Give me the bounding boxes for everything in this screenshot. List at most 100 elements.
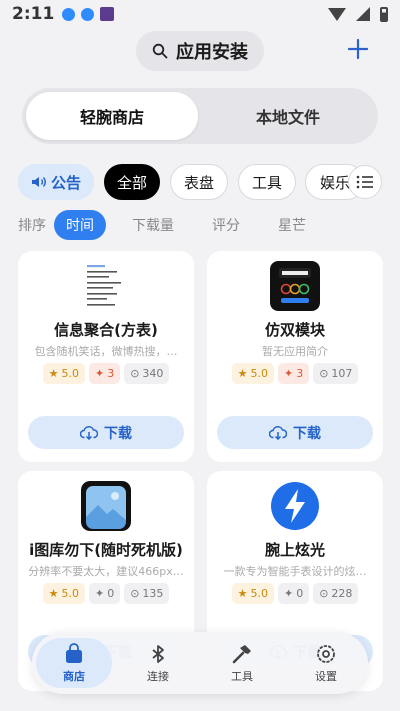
- app-card[interactable]: 信息聚合(方表) 包含随机笑话，微博热搜，… ★ 5.0 ✦ 3 ⊙ 340 下载: [18, 251, 194, 462]
- sort-downloads[interactable]: 下载量: [120, 210, 186, 240]
- search-label: 应用安装: [176, 42, 248, 63]
- download-circle-icon: ⊙: [319, 587, 329, 600]
- download-count-badge: ⊙ 228: [313, 583, 359, 604]
- tab-local-files[interactable]: 本地文件: [202, 92, 374, 140]
- hot-badge: ✦ 3: [88, 363, 121, 384]
- rating-value: 5.0: [250, 367, 268, 380]
- sort-rating[interactable]: 评分: [200, 210, 252, 240]
- cloud-download-icon: [269, 425, 287, 440]
- speaker-icon: [31, 177, 46, 187]
- app-description: 分辨率不要太大，建议466px…: [28, 565, 184, 578]
- category-chip-tools[interactable]: 工具: [238, 164, 296, 200]
- signal-icon: [356, 7, 370, 21]
- app-name: 仿双模块: [264, 321, 325, 339]
- nav-settings-label: 设置: [315, 669, 337, 683]
- app-notification-icon: [100, 7, 115, 21]
- star-icon: ★: [48, 367, 59, 380]
- sparkle-icon: ✦: [283, 367, 294, 380]
- category-chip-all[interactable]: 全部: [104, 164, 160, 200]
- add-button[interactable]: [344, 38, 372, 66]
- download-count-badge: ⊙ 107: [313, 363, 359, 384]
- sort-time[interactable]: 时间: [54, 210, 106, 240]
- sparkle-icon: ✦: [283, 587, 294, 600]
- app-name: 腕上炫光: [264, 541, 325, 559]
- gallery-icon: [81, 481, 131, 531]
- nav-connect[interactable]: 连接: [120, 638, 196, 688]
- rating-value: 5.0: [61, 367, 79, 380]
- nav-tools[interactable]: 工具: [204, 638, 280, 688]
- search-button[interactable]: 应用安装: [136, 31, 264, 71]
- app-description: 一款专为智能手表设计的炫…: [223, 565, 367, 578]
- hammer-icon: [232, 644, 251, 663]
- download-label: 下载: [293, 425, 321, 442]
- app-thumbnail: [81, 481, 131, 531]
- hot-badge: ✦ 0: [277, 583, 310, 604]
- download-count-badge: ⊙ 135: [124, 583, 170, 604]
- app-thumbnail: [270, 261, 320, 311]
- star-icon: ★: [48, 587, 59, 600]
- hot-badge: ✦ 3: [277, 363, 310, 384]
- qq-notification-icon: [62, 7, 76, 21]
- nav-store[interactable]: 商店: [36, 638, 112, 688]
- hot-value: 0: [107, 587, 115, 600]
- search-icon: [152, 43, 168, 59]
- rating-badge: ★ 5.0: [42, 363, 85, 384]
- nav-tools-label: 工具: [231, 669, 253, 683]
- sort-star[interactable]: 星芒: [266, 210, 318, 240]
- bluetooth-icon: [152, 644, 164, 663]
- cloud-download-icon: [80, 425, 98, 440]
- category-menu-button[interactable]: [348, 165, 382, 199]
- download-count: 228: [331, 587, 353, 600]
- sparkle-icon: ✦: [94, 367, 105, 380]
- plus-icon: [347, 38, 369, 60]
- gear-icon: [317, 644, 335, 663]
- download-label: 下载: [104, 425, 132, 442]
- notice-label: 公告: [50, 173, 81, 192]
- star-icon: ★: [237, 367, 248, 380]
- sort-bar: 排序 时间 下载量 评分 星芒: [18, 208, 332, 242]
- hot-value: 3: [296, 367, 304, 380]
- app-thumbnail: [270, 481, 320, 531]
- rating-value: 5.0: [61, 587, 79, 600]
- wifi-icon: [328, 7, 346, 21]
- source-tabs: 轻腕商店 本地文件: [22, 88, 378, 144]
- app-stats: ★ 5.0 ✦ 0 ⊙ 228: [207, 583, 383, 604]
- rating-value: 5.0: [250, 587, 268, 600]
- sparkle-icon: ✦: [94, 587, 105, 600]
- shopping-bag-icon: [66, 642, 82, 663]
- list-icon: [356, 175, 373, 189]
- battery-icon: [380, 6, 388, 22]
- info-screenshot-icon: [81, 261, 131, 311]
- download-count: 135: [142, 587, 164, 600]
- tab-store[interactable]: 轻腕商店: [26, 92, 198, 140]
- download-button[interactable]: 下载: [28, 416, 184, 449]
- rating-badge: ★ 5.0: [231, 583, 274, 604]
- app-stats: ★ 5.0 ✦ 0 ⊙ 135: [18, 583, 194, 604]
- app-stats: ★ 5.0 ✦ 3 ⊙ 107: [207, 363, 383, 384]
- hot-badge: ✦ 0: [88, 583, 121, 604]
- star-icon: ★: [237, 587, 248, 600]
- watchface-icon: [270, 261, 320, 311]
- app-name: 信息聚合(方表): [54, 321, 158, 339]
- download-count: 107: [331, 367, 353, 380]
- category-chip-watchface[interactable]: 表盘: [170, 164, 228, 200]
- app-thumbnail: [81, 261, 131, 311]
- status-time: 2:11: [12, 4, 55, 24]
- nav-settings[interactable]: 设置: [288, 638, 364, 688]
- status-bar: 2:11: [0, 0, 400, 28]
- notice-chip[interactable]: 公告: [18, 164, 94, 200]
- download-button[interactable]: 下载: [217, 416, 373, 449]
- sort-label: 排序: [18, 218, 46, 234]
- download-circle-icon: ⊙: [130, 367, 140, 380]
- rating-badge: ★ 5.0: [231, 363, 274, 384]
- app-description: 暂无应用简介: [262, 345, 328, 358]
- download-circle-icon: ⊙: [130, 587, 140, 600]
- lightning-icon: [271, 482, 319, 530]
- hot-value: 0: [296, 587, 304, 600]
- nav-connect-label: 连接: [147, 669, 169, 683]
- app-stats: ★ 5.0 ✦ 3 ⊙ 340: [18, 363, 194, 384]
- app-card[interactable]: 仿双模块 暂无应用简介 ★ 5.0 ✦ 3 ⊙ 107 下载: [207, 251, 383, 462]
- download-count: 340: [142, 367, 164, 380]
- app-description: 包含随机笑话，微博热搜，…: [34, 345, 178, 358]
- download-circle-icon: ⊙: [319, 367, 329, 380]
